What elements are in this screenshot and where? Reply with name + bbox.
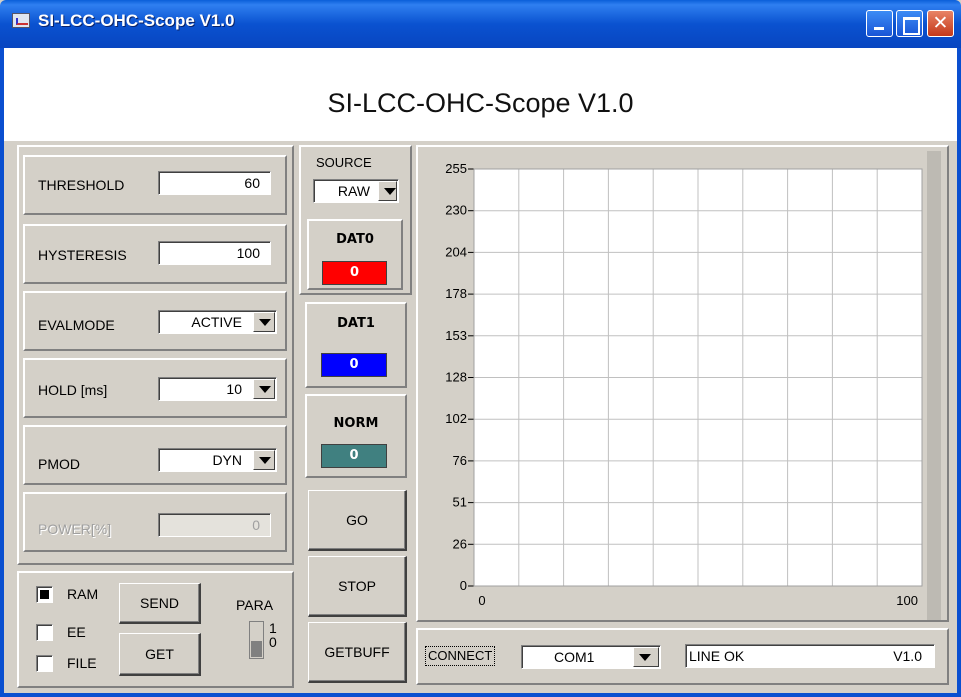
y-tick-label: 255 bbox=[445, 161, 467, 176]
ram-checkbox[interactable] bbox=[36, 586, 53, 603]
para-zero-label: 0 bbox=[269, 634, 277, 650]
y-tick-label: 204 bbox=[445, 244, 467, 259]
evalmode-value: ACTIVE bbox=[191, 314, 242, 330]
window-title: SI-LCC-OHC-Scope V1.0 bbox=[38, 11, 235, 30]
get-button[interactable]: GET bbox=[119, 633, 201, 676]
dat1-label: DAT1 bbox=[337, 316, 375, 331]
hold-label: HOLD [ms] bbox=[38, 382, 108, 398]
port-value: COM1 bbox=[554, 649, 595, 665]
file-checkbox[interactable] bbox=[36, 655, 53, 672]
y-tick-label: 26 bbox=[453, 536, 467, 551]
hold-value: 10 bbox=[226, 381, 242, 397]
source-value: RAW bbox=[337, 183, 370, 199]
evalmode-group: EVALMODE ACTIVE bbox=[23, 291, 287, 351]
x-tick-label: 0 bbox=[478, 593, 485, 608]
close-button[interactable]: ✕ bbox=[927, 10, 954, 37]
line-status-field: LINE OK V1.0 bbox=[685, 644, 935, 668]
dat0-group: DAT0 0 bbox=[307, 219, 403, 290]
threshold-group: THRESHOLD 60 bbox=[23, 155, 287, 215]
minimize-button[interactable] bbox=[866, 10, 893, 37]
hold-select[interactable]: 10 bbox=[158, 377, 277, 401]
para-label: PARA bbox=[236, 597, 274, 613]
y-tick-label: 230 bbox=[445, 203, 467, 218]
hysteresis-label: HYSTERESIS bbox=[38, 247, 127, 263]
norm-label: NORM bbox=[333, 416, 379, 431]
y-tick-label: 128 bbox=[445, 370, 467, 385]
power-label: POWER[%] bbox=[38, 521, 112, 537]
page-title: SI-LCC-OHC-Scope V1.0 bbox=[327, 88, 634, 118]
ee-checkbox[interactable] bbox=[36, 624, 53, 641]
y-tick-label: 76 bbox=[453, 453, 467, 468]
chart-panel: 255 230 204 178 153 128 102 76 51 26 0 0 100 bbox=[416, 145, 949, 622]
para-switch-knob[interactable] bbox=[251, 641, 262, 657]
power-group: POWER[%] 0 bbox=[23, 492, 287, 552]
chevron-down-icon[interactable] bbox=[253, 450, 275, 470]
y-tick-label: 51 bbox=[453, 495, 467, 510]
evalmode-label: EVALMODE bbox=[38, 317, 115, 333]
dat0-label: DAT0 bbox=[336, 232, 374, 247]
y-tick-label: 102 bbox=[445, 411, 467, 426]
pmod-label: PMOD bbox=[38, 456, 80, 472]
hysteresis-input[interactable]: 100 bbox=[158, 241, 271, 265]
norm-value: 0 bbox=[321, 444, 387, 468]
window-frame-bottom bbox=[0, 693, 961, 697]
port-select[interactable]: COM1 bbox=[521, 645, 661, 669]
pmod-select[interactable]: DYN bbox=[158, 448, 277, 472]
dat1-group: DAT1 0 bbox=[305, 302, 407, 388]
storage-panel: RAM EE FILE SEND GET PARA 1 0 bbox=[17, 571, 294, 688]
power-input: 0 bbox=[158, 513, 271, 537]
ram-label: RAM bbox=[67, 586, 99, 602]
scope-chart: 255 230 204 178 153 128 102 76 51 26 00 100 bbox=[445, 151, 941, 620]
window-frame-right bbox=[957, 48, 961, 697]
connect-button[interactable]: CONNECT bbox=[425, 646, 496, 666]
chevron-down-icon[interactable] bbox=[253, 379, 275, 399]
stop-button[interactable]: STOP bbox=[308, 556, 407, 617]
header-panel: SI-LCC-OHC-Scope V1.0 bbox=[4, 48, 957, 141]
source-label: SOURCE bbox=[316, 155, 372, 170]
maximize-button[interactable] bbox=[896, 10, 923, 37]
chart-side-bar bbox=[927, 151, 941, 620]
chevron-down-icon[interactable] bbox=[378, 181, 397, 201]
pmod-value: DYN bbox=[212, 452, 242, 468]
close-icon: ✕ bbox=[932, 12, 949, 34]
go-button[interactable]: GO bbox=[308, 490, 407, 551]
para-switch[interactable] bbox=[249, 621, 264, 659]
y-tick-label: 178 bbox=[445, 286, 467, 301]
source-panel: SOURCE RAW DAT0 0 bbox=[299, 145, 412, 295]
source-select[interactable]: RAW bbox=[313, 179, 399, 203]
send-button[interactable]: SEND bbox=[119, 583, 201, 624]
y-tick-label: 0 bbox=[460, 578, 467, 593]
chevron-down-icon[interactable] bbox=[253, 312, 275, 332]
threshold-input[interactable]: 60 bbox=[158, 171, 271, 195]
status-panel: CONNECT COM1 LINE OK V1.0 bbox=[416, 628, 949, 685]
hysteresis-group: HYSTERESIS 100 bbox=[23, 224, 287, 284]
ee-label: EE bbox=[67, 624, 86, 640]
chevron-down-icon[interactable] bbox=[633, 647, 659, 667]
version-text: V1.0 bbox=[893, 648, 922, 664]
pmod-group: PMOD DYN bbox=[23, 425, 287, 485]
file-label: FILE bbox=[67, 655, 97, 671]
threshold-label: THRESHOLD bbox=[38, 177, 125, 193]
norm-group: NORM 0 bbox=[305, 394, 407, 478]
window-frame-left bbox=[0, 48, 4, 697]
y-tick-label: 153 bbox=[445, 328, 467, 343]
title-bar[interactable]: SI-LCC-OHC-Scope V1.0 ✕ bbox=[0, 0, 961, 48]
hold-group: HOLD [ms] 10 bbox=[23, 358, 287, 418]
app-icon bbox=[12, 13, 30, 28]
evalmode-select[interactable]: ACTIVE bbox=[158, 310, 277, 334]
dat0-value: 0 bbox=[322, 261, 387, 285]
para-one-label: 1 bbox=[269, 620, 277, 636]
dat1-value: 0 bbox=[321, 353, 387, 377]
line-status-text: LINE OK bbox=[689, 648, 745, 664]
getbuff-button[interactable]: GETBUFF bbox=[308, 622, 407, 683]
x-tick-label: 100 bbox=[896, 593, 918, 608]
